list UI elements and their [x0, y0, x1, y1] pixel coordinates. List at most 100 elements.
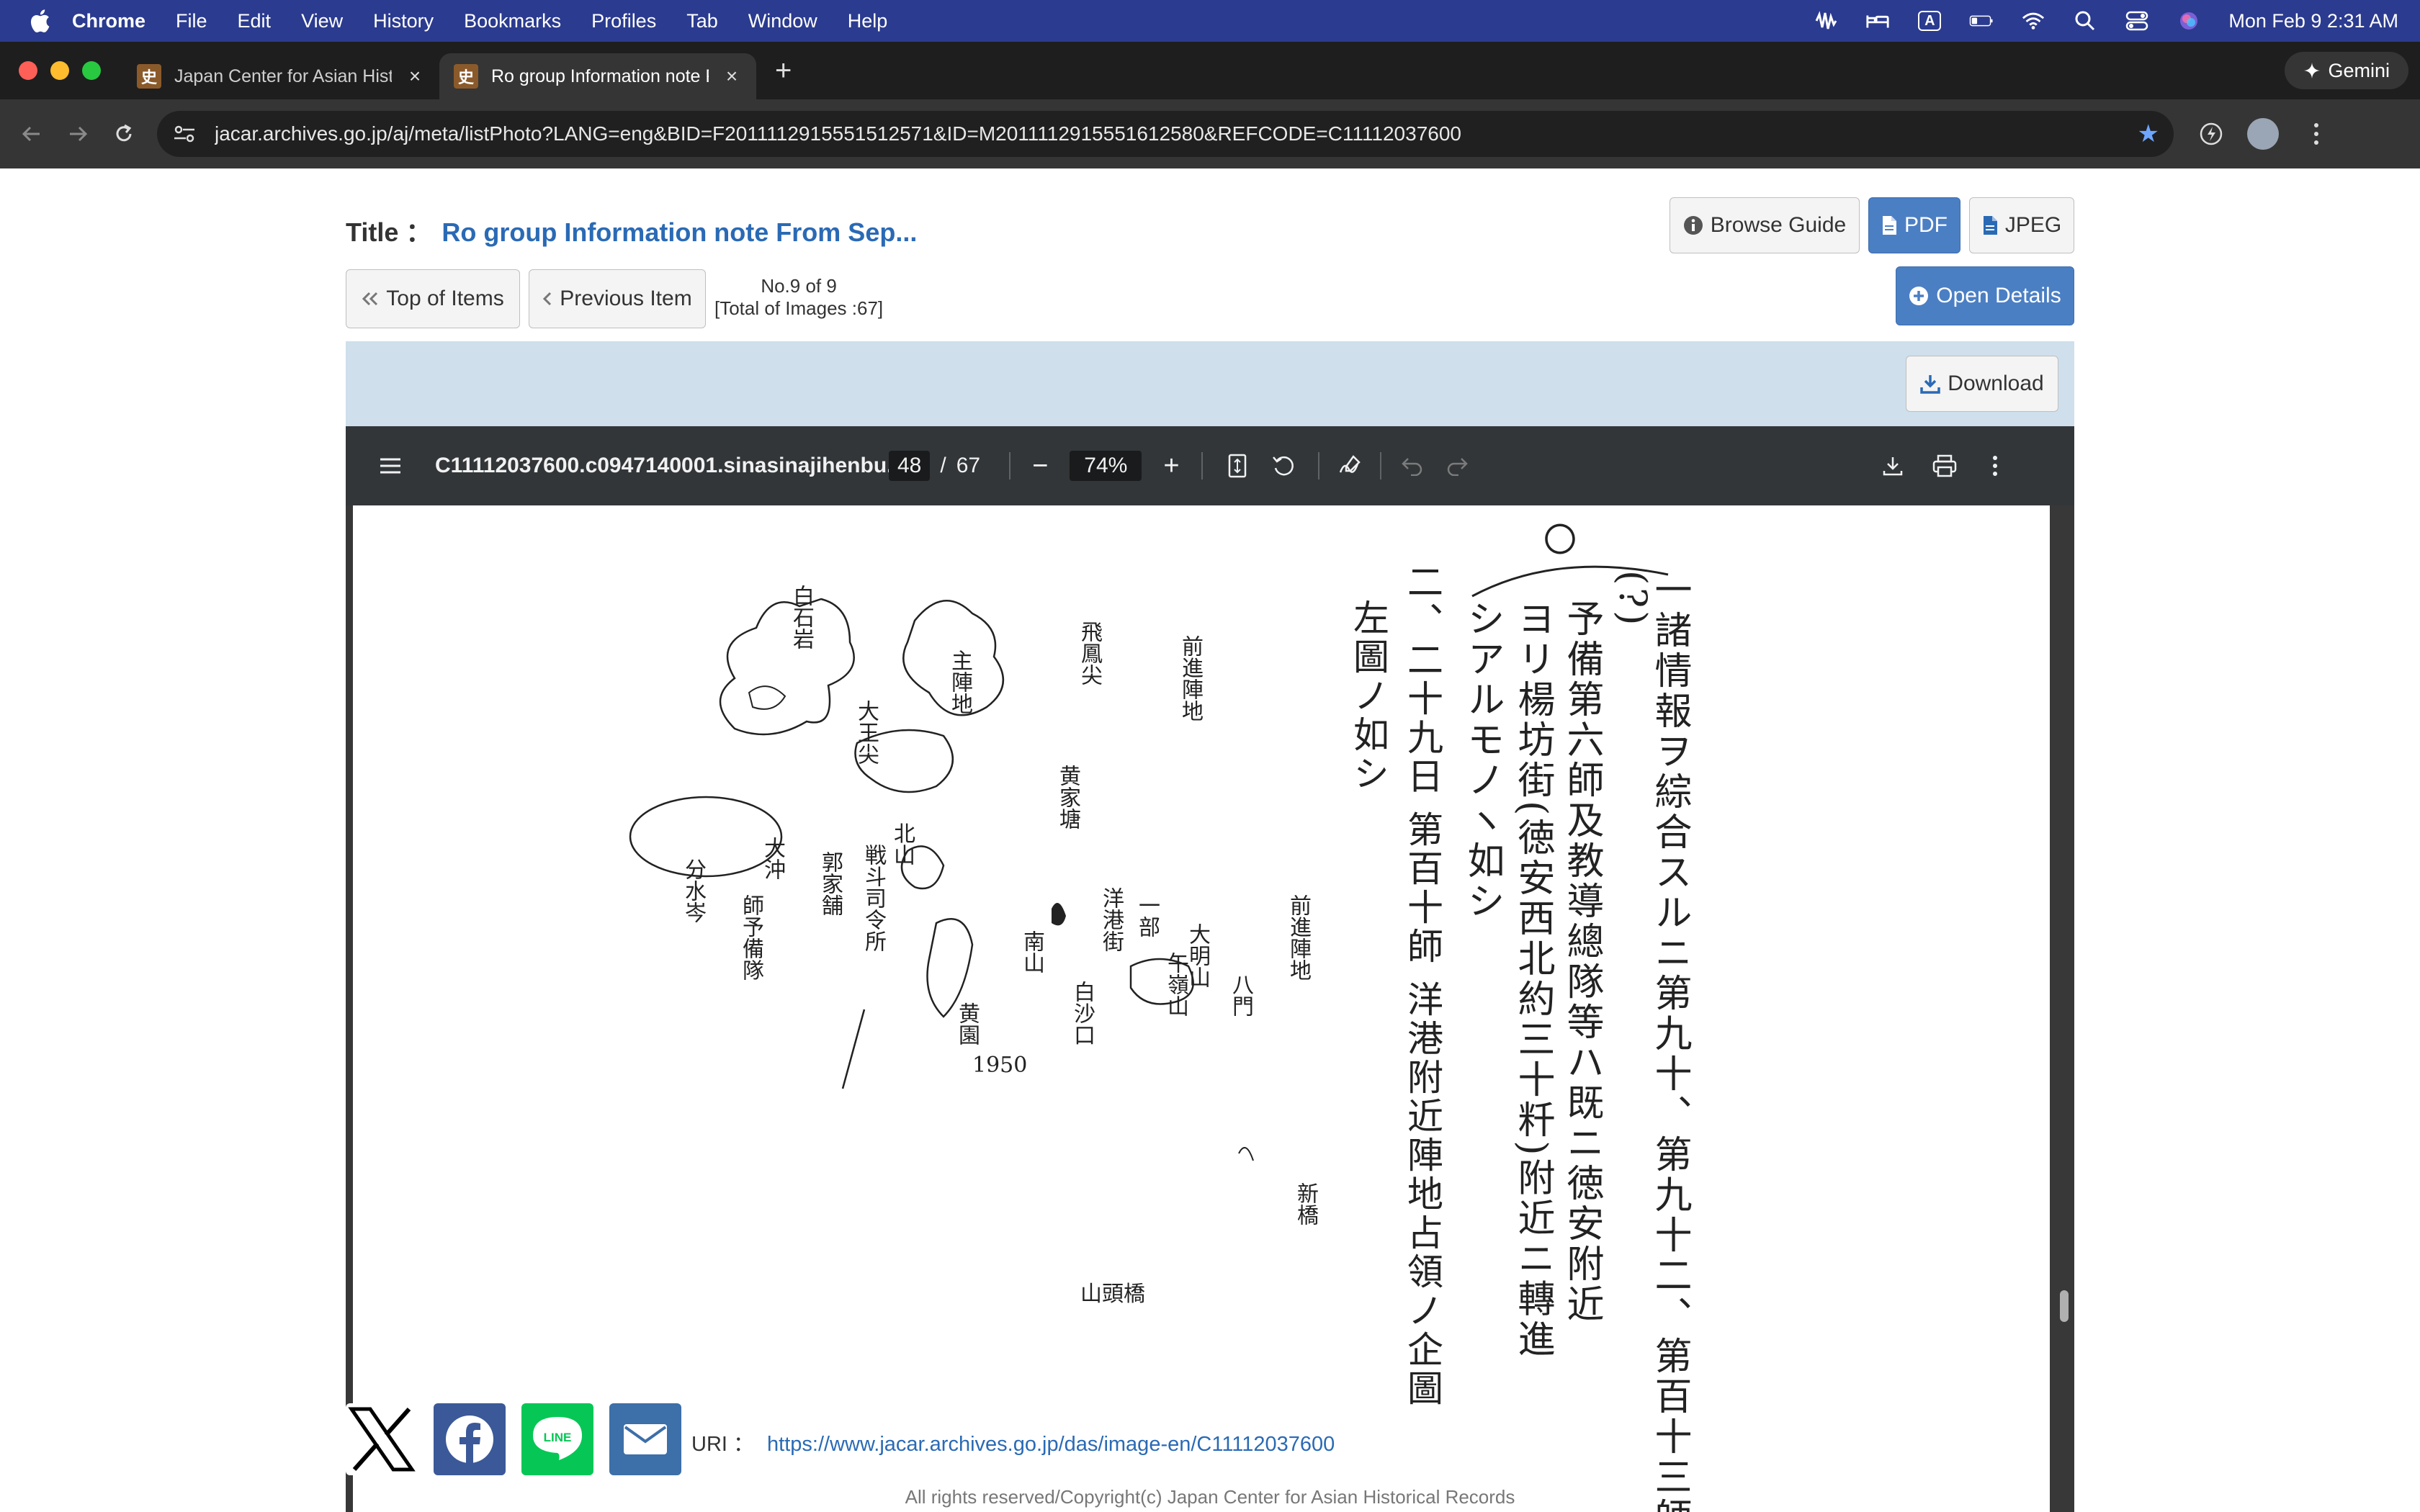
gemini-sparkle-icon [2304, 63, 2321, 78]
print-icon[interactable] [1929, 450, 1960, 482]
open-details-label: Open Details [1936, 284, 2061, 307]
info-icon [1683, 215, 1703, 235]
browse-guide-button[interactable]: Browse Guide [1670, 197, 1860, 253]
map-label-14: 洋港街 [1098, 887, 1124, 952]
menu-file[interactable]: File [176, 10, 207, 32]
profile-avatar[interactable] [2247, 118, 2279, 150]
x-share-icon[interactable] [346, 1403, 418, 1475]
map-label-3: 前進陣地 [1178, 635, 1203, 721]
map-label-22: 前進陣地 [1286, 894, 1311, 981]
previous-item-label: Previous Item [560, 287, 692, 310]
minimize-window-button[interactable] [50, 61, 69, 80]
fit-page-icon[interactable] [1222, 450, 1253, 482]
redo-icon[interactable] [1442, 450, 1474, 482]
rotate-icon[interactable] [1268, 450, 1299, 482]
spotlight-search-icon[interactable] [2073, 10, 2097, 32]
map-label-2: 主陣地 [947, 649, 972, 714]
pdf-download-icon[interactable] [1877, 450, 1909, 482]
map-label-18: 1950 [972, 1053, 1028, 1078]
pdf-scrollbar-thumb[interactable] [2060, 1290, 2069, 1322]
top-of-items-button[interactable]: Top of Items [346, 269, 520, 328]
page-content: Title ： Ro group Information note From S… [0, 168, 2420, 1512]
gemini-button[interactable]: Gemini [2285, 52, 2408, 89]
total-pages: 67 [956, 454, 981, 477]
fullscreen-window-button[interactable] [82, 61, 101, 80]
zoom-out-button[interactable]: − [1032, 451, 1048, 482]
facebook-share-icon[interactable] [434, 1403, 506, 1475]
performance-icon[interactable] [2195, 118, 2227, 150]
item-counter: No.9 of 9 [Total of Images :67] [714, 275, 883, 320]
input-source-icon[interactable]: A [1917, 10, 1942, 32]
open-details-button[interactable]: Open Details [1896, 266, 2074, 325]
control-center-icon[interactable] [2125, 10, 2149, 32]
uri-link[interactable]: https://www.jacar.archives.go.jp/das/ima… [767, 1433, 1335, 1456]
line-share-icon[interactable]: LINE [521, 1403, 593, 1475]
menu-view[interactable]: View [301, 10, 343, 32]
bed-icon[interactable] [1865, 10, 1890, 32]
browse-guide-label: Browse Guide [1710, 213, 1847, 237]
menu-help[interactable]: Help [848, 10, 888, 32]
tab-title: Ro group Information note Fr [491, 66, 709, 86]
audio-wave-icon[interactable] [1814, 10, 1838, 32]
siri-icon[interactable] [2177, 10, 2201, 32]
pdf-toolbar: C11112037600.c0947140001.sinasinajihenbu… [346, 426, 2074, 505]
hamburger-menu-icon[interactable] [375, 450, 406, 482]
close-window-button[interactable] [19, 61, 37, 80]
pdf-button[interactable]: PDF [1868, 197, 1960, 253]
back-arrow-icon[interactable] [17, 120, 46, 148]
tab-japan-center[interactable]: 史 Japan Center for Asian Histori × [122, 53, 439, 99]
menu-app-chrome[interactable]: Chrome [72, 10, 145, 32]
input-source-badge: A [1918, 11, 1942, 31]
page-title: Ro group Information note From Sep... [442, 217, 918, 247]
menu-tab[interactable]: Tab [686, 10, 718, 32]
new-tab-button[interactable]: + [775, 55, 792, 87]
apple-icon[interactable] [29, 9, 50, 33]
document-line-3: ヨリ楊坊街(徳安西北約三十粁)附近ニ轉進 [1511, 599, 1554, 1360]
document-line-2: 予備第六師及教導總隊等ハ既ニ徳安附近 [1560, 599, 1603, 1325]
download-button[interactable]: Download [1906, 356, 2058, 412]
window-controls [19, 61, 101, 80]
map-label-24: 山頭橋 [1080, 1282, 1145, 1307]
item-position: No.9 of 9 [761, 275, 837, 297]
menu-window[interactable]: Window [748, 10, 817, 32]
page-number-input[interactable]: 48 [889, 451, 931, 481]
address-bar[interactable]: jacar.archives.go.jp/aj/meta/listPhoto?L… [157, 111, 2174, 157]
title-label: Title ： [346, 217, 432, 247]
previous-item-button[interactable]: Previous Item [529, 269, 706, 328]
page-separator: / [940, 454, 946, 477]
chevron-left-icon [542, 292, 552, 306]
wifi-icon[interactable] [2021, 10, 2045, 32]
url-text[interactable]: jacar.archives.go.jp/aj/meta/listPhoto?L… [215, 122, 2120, 145]
annotate-pen-icon[interactable] [1334, 450, 1366, 482]
zoom-level-input[interactable]: 74% [1070, 451, 1142, 481]
pdf-filename: C11112037600.c0947140001.sinasinajihenbu… [435, 454, 889, 477]
toolbar-divider [1379, 452, 1381, 480]
map-label-12: 分水岑 [681, 858, 706, 923]
kebab-menu-icon[interactable] [2300, 118, 2332, 150]
menu-profiles[interactable]: Profiles [591, 10, 656, 32]
document-line-1: 一諸情報ヲ綜合スルニ第九十、第九十二、第百十三師(?) [1610, 570, 1691, 1512]
reload-icon[interactable] [109, 120, 138, 148]
zoom-in-button[interactable]: + [1163, 451, 1179, 482]
browser-toolbar: jacar.archives.go.jp/aj/meta/listPhoto?L… [0, 99, 2420, 168]
jacar-favicon-icon: 史 [137, 64, 161, 89]
menubar-clock[interactable]: Mon Feb 9 2:31 AM [2228, 10, 2398, 32]
menu-history[interactable]: History [373, 10, 434, 32]
tab-close-icon[interactable]: × [722, 65, 742, 88]
pdf-label: PDF [1904, 213, 1948, 237]
tab-close-icon[interactable]: × [405, 65, 425, 88]
bookmark-star-icon[interactable]: ★ [2138, 120, 2159, 148]
browser-tab-strip: 史 Japan Center for Asian Histori × 史 Ro … [0, 42, 2420, 99]
menu-edit[interactable]: Edit [238, 10, 272, 32]
pdf-more-options-icon[interactable] [1979, 450, 2011, 482]
mail-share-icon[interactable] [609, 1403, 681, 1475]
battery-icon[interactable] [1969, 10, 1994, 32]
download-band: Download [346, 341, 2074, 426]
undo-icon[interactable] [1396, 450, 1428, 482]
forward-arrow-icon[interactable] [63, 120, 92, 148]
map-label-11: 師予備隊 [738, 894, 763, 981]
jpeg-button[interactable]: JPEG [1969, 197, 2074, 253]
tab-ro-group-active[interactable]: 史 Ro group Information note Fr × [439, 53, 756, 99]
menu-bookmarks[interactable]: Bookmarks [464, 10, 561, 32]
site-settings-icon[interactable] [171, 121, 197, 147]
